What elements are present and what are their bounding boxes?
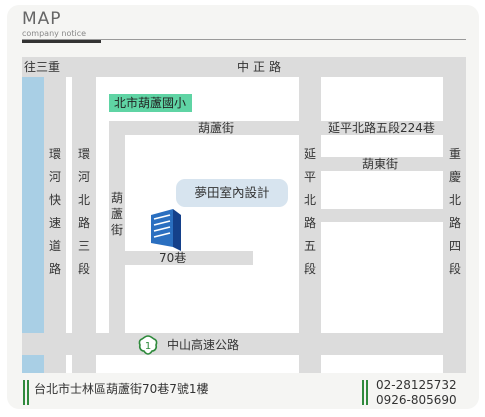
vchar: 街 <box>110 223 123 237</box>
vchar: 路 <box>303 216 316 230</box>
vchar: 段 <box>448 262 461 276</box>
vchar: 河 <box>77 170 90 184</box>
label-to-sanchong: 往三重 <box>24 60 61 74</box>
page-title: MAP <box>22 9 62 29</box>
vchar: 北 <box>303 193 316 207</box>
vchar: 快 <box>48 193 61 207</box>
label-hudong-street: 葫東街 <box>362 157 399 171</box>
vchar: 蘆 <box>110 207 123 221</box>
vchar: 慶 <box>448 170 461 184</box>
road-east-connector <box>321 209 443 222</box>
vchar: 四 <box>448 239 461 253</box>
vchar: 延 <box>303 147 316 161</box>
label-alley-70: 70巷 <box>159 251 187 265</box>
vchar: 北 <box>448 193 461 207</box>
vchar: 路 <box>48 262 61 276</box>
vchar: 重 <box>448 147 461 161</box>
road-alley-70 <box>125 251 253 265</box>
vchar: 平 <box>303 170 316 184</box>
address-accent-bar <box>23 380 25 405</box>
vchar: 路 <box>448 216 461 230</box>
label-zhongzheng-road: 中正路 <box>237 60 286 74</box>
freeway-shield-icon: 1 <box>138 335 158 355</box>
shield-number: 1 <box>145 341 151 352</box>
label-hulu-vertical: 葫 蘆 街 <box>110 190 124 238</box>
label-yanping-alley: 延平北路五段224巷 <box>328 121 435 135</box>
location-map[interactable]: 往三重 中正路 葫蘆街 延平北路五段224巷 葫東街 70巷 中山高速公路 環 … <box>22 57 466 373</box>
vchar: 段 <box>303 262 316 276</box>
label-freeway: 中山高速公路 <box>167 338 240 352</box>
address-accent-bar-2 <box>27 380 29 405</box>
page-subtitle: company notice <box>22 29 87 38</box>
phone-number-1: 02-28125732 <box>376 378 457 392</box>
vchar: 河 <box>48 170 61 184</box>
vchar: 環 <box>48 147 61 161</box>
vchar: 三 <box>77 239 90 253</box>
landmark-school: 北市葫蘆國小 <box>109 94 192 112</box>
vchar: 路 <box>77 216 90 230</box>
address-text: 台北市士林區葫蘆街70巷7號1樓 <box>34 382 209 396</box>
phone-accent-bar <box>362 380 364 405</box>
vchar: 環 <box>77 147 90 161</box>
label-huanhe-north: 環 河 北 路 三 段 <box>77 143 91 281</box>
vchar: 道 <box>48 239 61 253</box>
vchar: 五 <box>303 239 316 253</box>
building-icon <box>151 209 181 251</box>
vchar: 速 <box>48 216 61 230</box>
label-yanping-north: 延 平 北 路 五 段 <box>303 143 317 281</box>
vchar: 葫 <box>110 191 123 205</box>
label-hulu-street: 葫蘆街 <box>198 121 235 135</box>
river <box>22 77 44 373</box>
vchar: 北 <box>77 193 90 207</box>
vchar: 段 <box>77 262 90 276</box>
header-accent-bar <box>22 40 101 43</box>
destination-label[interactable]: 夢田室內設計 <box>176 179 288 207</box>
label-huanhe-express: 環 河 快 速 道 路 <box>48 143 62 281</box>
phone-accent-bar-2 <box>366 380 368 405</box>
phone-number-2: 0926-805690 <box>376 393 457 407</box>
label-chongqing-north: 重 慶 北 路 四 段 <box>448 143 462 281</box>
